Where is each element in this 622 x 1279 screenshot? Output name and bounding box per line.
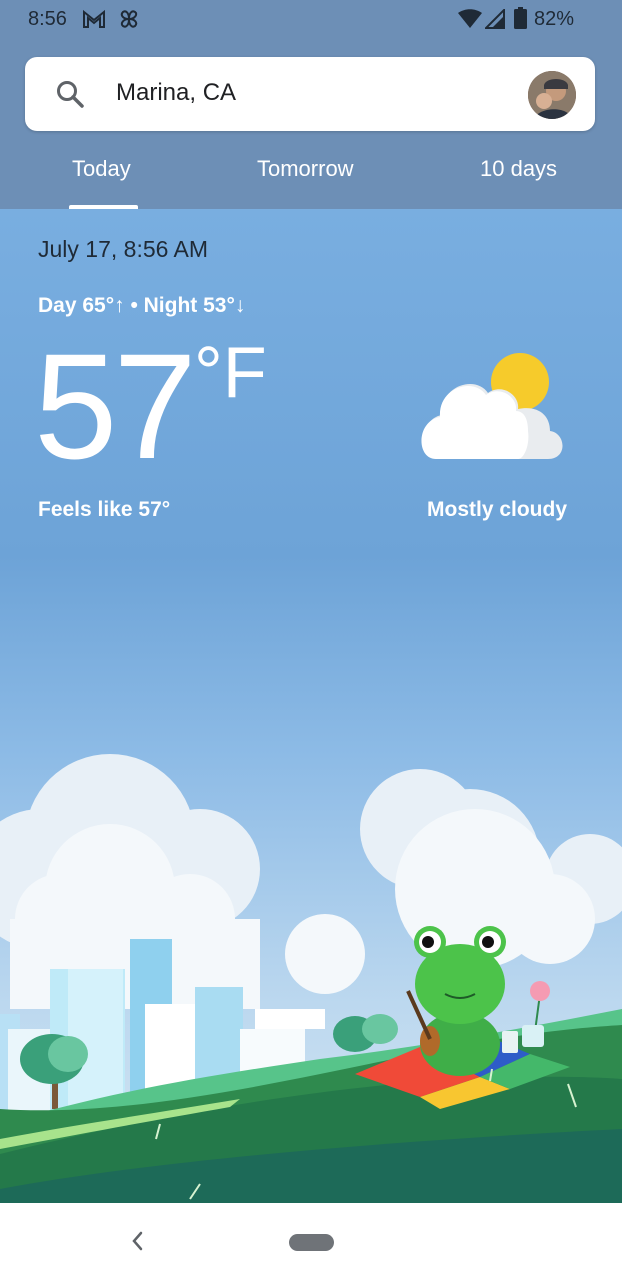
system-nav-bar — [0, 1203, 622, 1279]
flower-vase — [502, 981, 550, 1053]
tab-tomorrow[interactable]: Tomorrow — [257, 156, 354, 182]
signal-icon — [485, 9, 505, 29]
avatar[interactable] — [528, 71, 576, 119]
current-temperature: 57 — [34, 322, 197, 490]
current-datetime: July 17, 8:56 AM — [38, 236, 209, 262]
frog-character — [406, 926, 506, 1076]
location-search-bar[interactable]: Marina, CA — [25, 57, 595, 131]
tab-10-days[interactable]: 10 days — [480, 156, 557, 182]
weather-panel: July 17, 8:56 AM Day 65°↑ • Night 53°↓ 5… — [0, 209, 622, 1203]
battery-percent: 82% — [534, 8, 575, 30]
tab-today[interactable]: Today — [72, 156, 131, 182]
wifi-icon — [458, 9, 482, 28]
avatar-photo — [528, 71, 576, 119]
feels-like: Feels like 57° — [38, 498, 171, 521]
forecast-tabs: Today Tomorrow 10 days — [0, 140, 622, 209]
location-text[interactable]: Marina, CA — [116, 79, 236, 107]
day-night-temps: Day 65°↑ • Night 53°↓ — [38, 294, 246, 317]
temperature-unit: °F — [194, 333, 267, 413]
partly-cloudy-icon — [421, 353, 563, 459]
app-header: 8:56 82% Marina, CA Today Tomorrow 10 da… — [0, 0, 622, 209]
gmail-icon — [83, 9, 105, 28]
status-bar: 8:56 82% — [0, 0, 622, 40]
weather-illustration — [0, 754, 622, 1203]
pinwheel-icon — [120, 10, 138, 28]
battery-icon — [514, 7, 527, 29]
home-button[interactable] — [289, 1234, 334, 1251]
back-icon[interactable] — [126, 1225, 148, 1257]
search-icon[interactable] — [55, 79, 85, 109]
weather-condition: Mostly cloudy — [427, 498, 568, 521]
status-time: 8:56 — [28, 8, 67, 30]
